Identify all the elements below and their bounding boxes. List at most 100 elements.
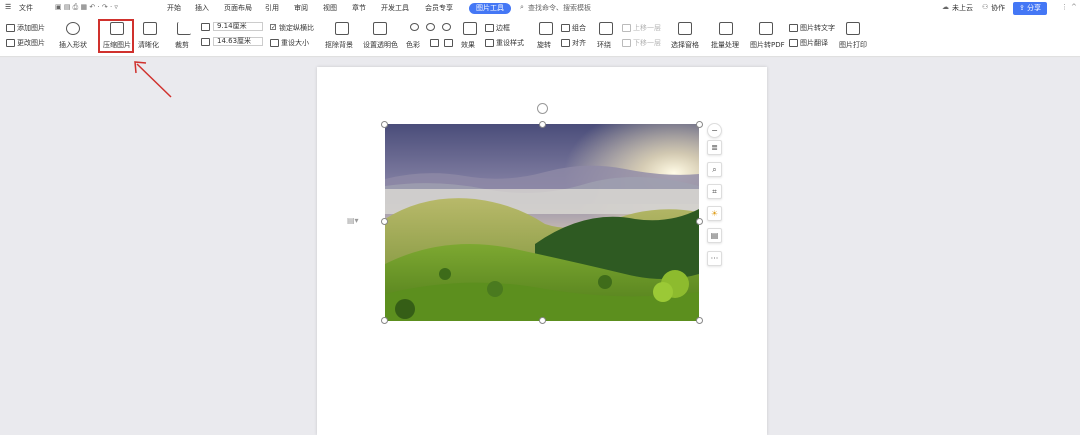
crop-button[interactable]: 裁剪 (175, 40, 189, 50)
print-icon (846, 22, 860, 35)
collab-button[interactable]: 协作 (991, 3, 1005, 13)
move-down-icon (622, 39, 631, 47)
translate-icon (789, 39, 798, 47)
resize-handle-bottom-right[interactable] (696, 317, 703, 324)
tab-developer[interactable]: 开发工具 (381, 3, 409, 13)
translate-label: 图片翻译 (800, 39, 828, 47)
resize-handle-top-right[interactable] (696, 121, 703, 128)
search-icon[interactable]: ⌕ (520, 3, 524, 12)
set-transparent-button[interactable]: 设置透明色 (363, 40, 398, 50)
tab-chapter[interactable]: 章节 (352, 3, 366, 13)
tab-member[interactable]: 会员专享 (425, 3, 453, 13)
insert-shape-button[interactable]: 插入形状 (59, 40, 87, 50)
pdf-icon (759, 22, 773, 35)
quick-access-icons[interactable]: ▣ ▤ ⎙ ▦ ↶ · ↷ · ▿ (55, 3, 118, 12)
move-down-label: 下移一层 (633, 39, 661, 47)
select-pane-icon (678, 22, 692, 35)
layout-options-icon[interactable]: ≣ (707, 140, 722, 155)
tab-references[interactable]: 引用 (265, 3, 279, 13)
move-up-label: 上移一层 (633, 24, 661, 32)
landscape-image[interactable] (385, 124, 699, 321)
landscape-svg (385, 124, 699, 321)
tab-review[interactable]: 审阅 (294, 3, 308, 13)
change-image-button[interactable]: 更改图片 (6, 38, 45, 48)
rotate-icon (539, 22, 553, 35)
resize-handle-top[interactable] (539, 121, 546, 128)
reset-size-button[interactable]: 重设大小 (270, 38, 309, 48)
effects-button[interactable]: 效果 (461, 40, 475, 50)
rotate-handle[interactable] (537, 103, 548, 114)
more-menu-icon[interactable]: ⋮ (1061, 3, 1068, 11)
brightness-icon (426, 23, 435, 31)
height-input[interactable]: 14.63厘米 (213, 37, 263, 46)
clarity-button[interactable]: 清晰化 (138, 40, 159, 50)
crop-tool-icon[interactable]: ⌗ (707, 184, 722, 199)
to-text-button[interactable]: 图片转文字 (789, 23, 835, 33)
reset-size-icon (270, 39, 279, 47)
matting-icon (335, 22, 349, 35)
print-button[interactable]: 图片打印 (839, 40, 867, 50)
color-button[interactable]: 色彩 (406, 40, 420, 50)
contrast-adjust-icon[interactable] (444, 39, 453, 47)
lock-ratio-label: 锁定纵横比 (279, 24, 314, 32)
border-button[interactable]: 边框 (485, 23, 510, 33)
effects-icon (463, 22, 477, 35)
color-icon (410, 23, 419, 31)
move-up-button[interactable]: 上移一层 (622, 23, 661, 33)
matting-button[interactable]: 抠除背景 (325, 40, 353, 50)
share-button[interactable]: ⇪ 分享 (1013, 2, 1047, 15)
resize-handle-right[interactable] (696, 218, 703, 225)
resize-handle-bottom[interactable] (539, 317, 546, 324)
height-icon (201, 38, 210, 46)
move-up-icon (622, 24, 631, 32)
image-edit-icon[interactable]: ▤ (707, 228, 722, 243)
to-text-label: 图片转文字 (800, 24, 835, 32)
tab-picture-tools[interactable]: 图片工具 (469, 3, 511, 14)
crop-icon (177, 22, 191, 35)
more-tools-icon[interactable]: ··· (707, 251, 722, 266)
move-down-button[interactable]: 下移一层 (622, 38, 661, 48)
share-icon: ⇪ (1018, 4, 1028, 12)
group-icon (561, 24, 570, 32)
wrap-button[interactable]: 环绕 (597, 40, 611, 50)
cloud-icon: ☁ (942, 3, 949, 11)
idea-icon[interactable]: ☀ (707, 206, 722, 221)
command-search[interactable]: 查找命令、搜索模板 (528, 3, 591, 13)
batch-icon (719, 22, 733, 35)
width-input[interactable]: 9.14厘米 (213, 22, 263, 31)
zoom-image-icon[interactable]: ⌕ (707, 162, 722, 177)
reset-style-icon (485, 39, 494, 47)
tab-insert[interactable]: 插入 (195, 3, 209, 13)
brightness-adjust-icon[interactable] (430, 39, 439, 47)
combine-button[interactable]: 组合 (561, 23, 586, 33)
reset-style-button[interactable]: 重设样式 (485, 38, 524, 48)
paragraph-marker-icon[interactable]: ▤▾ (347, 216, 359, 225)
lock-ratio-checkbox[interactable]: ✓ (270, 24, 276, 31)
width-icon (201, 23, 210, 31)
translate-button[interactable]: 图片翻译 (789, 38, 828, 48)
ribbon: 添加图片 更改图片 插入形状 压缩图片 清晰化 裁剪 9.14厘米 14.63厘… (0, 17, 1080, 57)
batch-button[interactable]: 批量处理 (711, 40, 739, 50)
select-pane-button[interactable]: 选择窗格 (671, 40, 699, 50)
resize-handle-left[interactable] (381, 218, 388, 225)
tab-view[interactable]: 视图 (323, 3, 337, 13)
resize-handle-bottom-left[interactable] (381, 317, 388, 324)
tab-home[interactable]: 开始 (167, 3, 181, 13)
hamburger-icon[interactable]: ☰ (5, 3, 11, 11)
border-icon (485, 24, 494, 32)
contrast-icon (442, 23, 451, 31)
reset-style-label: 重设样式 (496, 39, 524, 47)
collapse-ribbon-icon[interactable]: ^ (1071, 3, 1077, 11)
collab-icon: ⚇ (982, 3, 989, 11)
cloud-status[interactable]: 未上云 (952, 3, 973, 13)
add-image-button[interactable]: 添加图片 (6, 23, 45, 33)
file-menu[interactable]: 文件 (19, 3, 33, 13)
tab-page-layout[interactable]: 页面布局 (224, 3, 252, 13)
align-button[interactable]: 对齐 (561, 38, 586, 48)
collapse-tools-icon[interactable]: − (707, 123, 722, 138)
to-pdf-button[interactable]: 图片转PDF (750, 40, 785, 50)
highlight-box (98, 19, 134, 53)
rotate-button[interactable]: 旋转 (537, 40, 551, 50)
resize-handle-top-left[interactable] (381, 121, 388, 128)
text-recognize-icon (789, 24, 798, 32)
